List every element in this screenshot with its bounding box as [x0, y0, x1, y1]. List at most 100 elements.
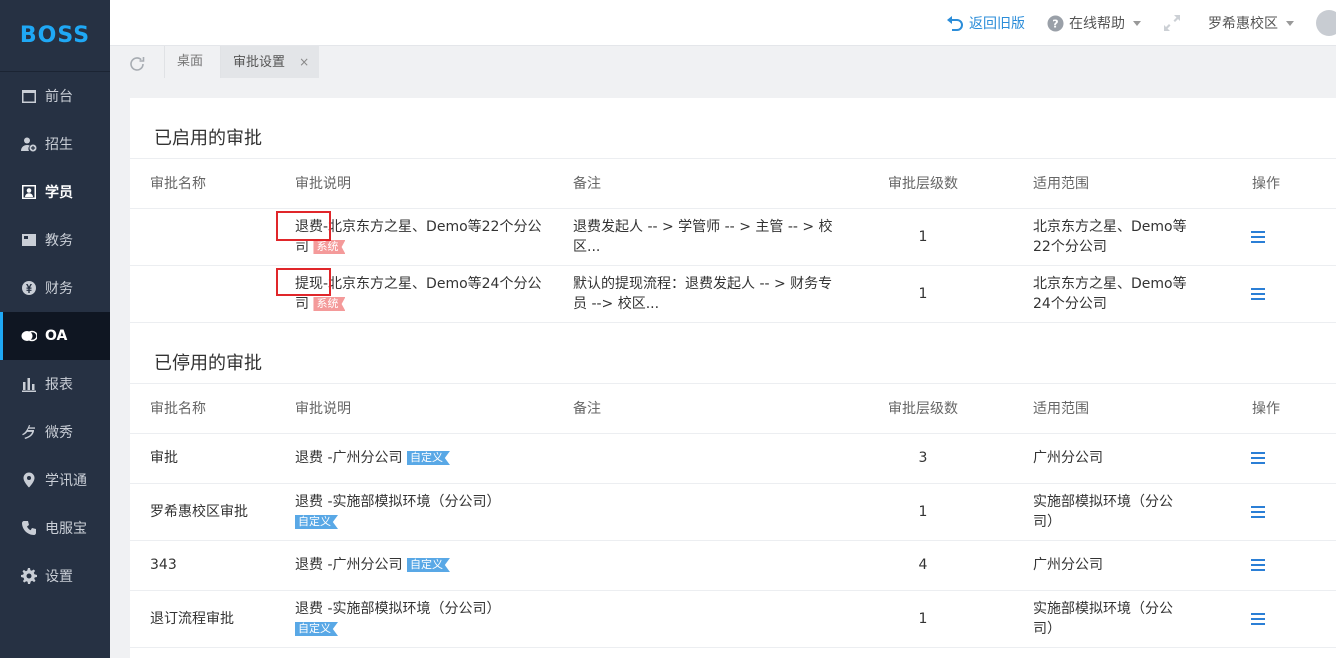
approval-levels: 1	[918, 286, 928, 302]
table-row: 退订流程审批 退费 -实施部模拟环境（分公司） 自定义 1 实施部模拟环境（分公…	[130, 591, 1336, 648]
highlight-box	[276, 268, 331, 296]
sidebar-item-label: 报表	[45, 377, 73, 393]
approval-scope: 实施部模拟环境（分公司）	[1033, 601, 1173, 637]
location-pin-icon	[20, 472, 37, 489]
sidebar-item-label: 设置	[45, 569, 73, 585]
approval-description: 退费 -广州分公司 自定义	[295, 448, 555, 468]
logo-text: BOSS	[19, 23, 91, 48]
approval-desc-text: 退费 -实施部模拟环境（分公司）	[295, 494, 501, 510]
sidebar: BOSS 前台 招生 学员 教务 财务 OA 报表 微秀 学讯通 电服宝 设置	[0, 0, 110, 658]
user-add-icon	[20, 136, 37, 153]
approval-name: 审批	[150, 450, 178, 466]
main-content: 已启用的审批 审批名称 审批说明 备注 审批层级数 适用范围 操作 退费-北京东…	[130, 98, 1336, 658]
sidebar-item-label: 前台	[45, 89, 73, 105]
svg-text:?: ?	[1052, 17, 1058, 30]
approval-desc-text: 退费 -实施部模拟环境（分公司）	[295, 601, 501, 617]
header-note: 备注	[573, 401, 601, 417]
sidebar-item-label: 财务	[45, 281, 73, 297]
sidebar-item-label: OA	[45, 328, 68, 344]
approval-levels: 1	[918, 611, 928, 627]
refresh-icon[interactable]	[128, 55, 146, 73]
header-name: 审批名称	[150, 176, 206, 192]
table-row: 罗希惠校区审批 退费 -实施部模拟环境（分公司） 自定义 1 实施部模拟环境（分…	[130, 484, 1336, 541]
sidebar-item-label: 教务	[45, 233, 73, 249]
menu-icon	[1251, 288, 1265, 300]
book-icon	[20, 232, 37, 249]
approval-description: 提现-北京东方之星、Demo等24个分公司 系统	[295, 274, 555, 314]
sidebar-item-baobiao[interactable]: 报表	[0, 360, 110, 408]
header-name: 审批名称	[150, 401, 206, 417]
approval-levels: 4	[918, 557, 928, 573]
header-description: 审批说明	[295, 401, 351, 417]
header-levels: 审批层级数	[888, 176, 958, 192]
tab-desktop-label: 桌面	[177, 54, 204, 69]
header-description: 审批说明	[295, 176, 351, 192]
back-to-old-version-link[interactable]: 返回旧版	[946, 13, 1025, 33]
avatar[interactable]	[1316, 10, 1336, 36]
sidebar-item-zhaosheng[interactable]: 招生	[0, 120, 110, 168]
sidebar-item-label: 学讯通	[45, 473, 87, 489]
sidebar-item-qiantai[interactable]: 前台	[0, 72, 110, 120]
sidebar-item-jiaowu[interactable]: 教务	[0, 216, 110, 264]
header-levels: 审批层级数	[888, 401, 958, 417]
row-menu-button[interactable]	[1251, 288, 1265, 300]
bar-chart-icon	[20, 376, 37, 393]
table-row: 审批 退费 -广州分公司 自定义 3 广州分公司	[130, 434, 1336, 484]
tab-approval-settings-label: 审批设置	[233, 55, 286, 70]
gear-icon	[20, 568, 37, 585]
row-menu-button[interactable]	[1251, 231, 1265, 243]
tab-desktop[interactable]: 桌面	[164, 46, 215, 78]
phone-icon	[20, 520, 37, 537]
header-scope: 适用范围	[1033, 401, 1089, 417]
approval-desc-text: 退费 -广州分公司	[295, 450, 403, 466]
menu-icon	[1251, 613, 1265, 625]
top-bar: 返回旧版 ? 在线帮助 罗希惠校区	[110, 0, 1336, 46]
sidebar-item-label: 微秀	[45, 425, 73, 441]
approval-scope: 广州分公司	[1033, 557, 1103, 573]
approval-description: 退费-北京东方之星、Demo等22个分公司 系统	[295, 217, 555, 257]
approval-name: 退订流程审批	[150, 611, 234, 627]
expand-icon	[1164, 15, 1180, 31]
yen-icon	[20, 280, 37, 297]
row-menu-button[interactable]	[1251, 506, 1265, 518]
tab-approval-settings[interactable]: 审批设置 ×	[220, 46, 320, 78]
sidebar-item-oa[interactable]: OA	[0, 312, 110, 360]
row-menu-button[interactable]	[1251, 559, 1265, 571]
approval-description: 退费 -实施部模拟环境（分公司） 自定义	[295, 492, 555, 532]
logo[interactable]: BOSS	[0, 0, 110, 72]
row-menu-button[interactable]	[1251, 452, 1265, 464]
help-circle-icon: ?	[1047, 15, 1064, 31]
fullscreen-button[interactable]	[1163, 14, 1186, 32]
approval-levels: 1	[918, 504, 928, 520]
custom-tag: 自定义	[295, 515, 338, 529]
system-tag: 系统	[313, 240, 346, 254]
approval-scope: 北京东方之星、Demo等22个分公司	[1033, 219, 1187, 255]
approval-levels: 3	[918, 450, 928, 466]
approval-description: 退费 -广州分公司 自定义	[295, 555, 555, 575]
menu-icon	[1251, 559, 1265, 571]
sidebar-item-xuexuntong[interactable]: 学讯通	[0, 456, 110, 504]
header-action: 操作	[1252, 401, 1280, 417]
sidebar-item-weixiu[interactable]: 微秀	[0, 408, 110, 456]
student-icon	[20, 184, 37, 201]
disabled-approvals-title: 已停用的审批	[154, 353, 262, 374]
online-help-label: 在线帮助	[1069, 16, 1125, 32]
sidebar-item-shezhi[interactable]: 设置	[0, 552, 110, 600]
menu-icon	[1251, 452, 1265, 464]
campus-dropdown[interactable]: 罗希惠校区	[1208, 13, 1294, 33]
sidebar-item-dianfubao[interactable]: 电服宝	[0, 504, 110, 552]
row-menu-button[interactable]	[1251, 613, 1265, 625]
highlight-box	[276, 211, 331, 241]
sidebar-item-xueyuan[interactable]: 学员	[0, 168, 110, 216]
close-icon[interactable]: ×	[299, 55, 309, 69]
custom-tag: 自定义	[295, 622, 338, 636]
enabled-approvals-title: 已启用的审批	[154, 128, 262, 149]
approval-note: 退费发起人 -- > 学管师 -- > 主管 -- > 校区...	[573, 219, 833, 255]
calendar-icon	[20, 88, 37, 105]
header-note: 备注	[573, 176, 601, 192]
online-help-dropdown[interactable]: ? 在线帮助	[1047, 13, 1141, 33]
menu-icon	[1251, 231, 1265, 243]
sidebar-item-caiwu[interactable]: 财务	[0, 264, 110, 312]
approval-name: 343	[150, 557, 177, 573]
chevron-down-icon	[1286, 20, 1294, 26]
